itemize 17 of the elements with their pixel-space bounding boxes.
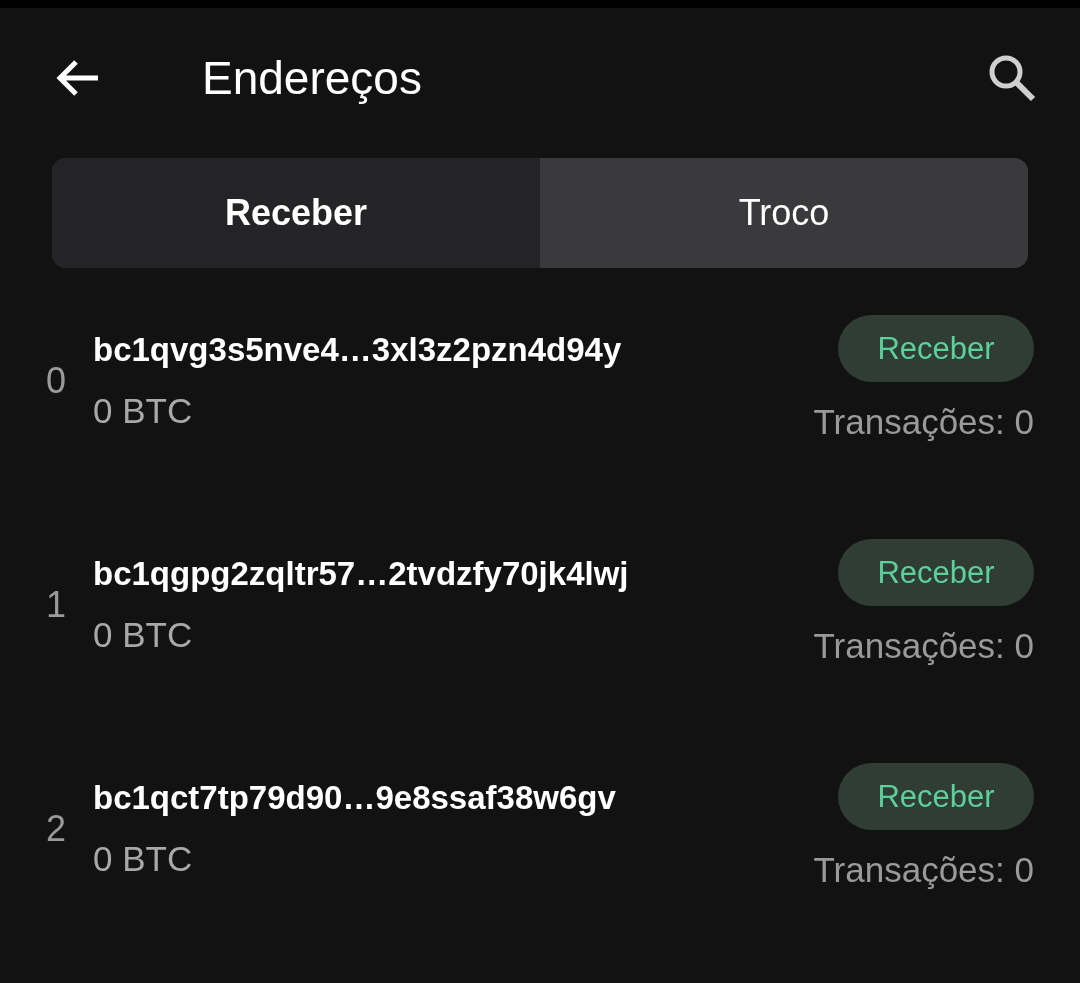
receive-button[interactable]: Receber <box>838 539 1034 606</box>
tab[interactable]: Receber <box>52 158 540 268</box>
receive-button[interactable]: Receber <box>838 763 1034 830</box>
receive-button[interactable]: Receber <box>838 315 1034 382</box>
screen-title: Endereços <box>202 51 423 105</box>
address-text: bc1qct7tp79d90…9e8ssaf38w6gv <box>93 779 616 817</box>
address-index: 0 <box>46 359 68 403</box>
transactions-count: Transações: 0 <box>813 626 1034 666</box>
address-text: bc1qvg3s5nve4…3xl3z2pzn4d94y <box>93 331 622 369</box>
balance-text: 0 BTC <box>93 615 193 655</box>
address-text: bc1qgpg2zqltr57…2tvdzfy70jk4lwj <box>93 555 629 593</box>
address-index: 2 <box>46 807 68 851</box>
transactions-count: Transações: 0 <box>813 402 1034 442</box>
balance-text: 0 BTC <box>93 839 193 879</box>
address-index: 1 <box>46 583 68 627</box>
transactions-count: Transações: 0 <box>813 850 1034 890</box>
balance-text: 0 BTC <box>93 391 193 431</box>
